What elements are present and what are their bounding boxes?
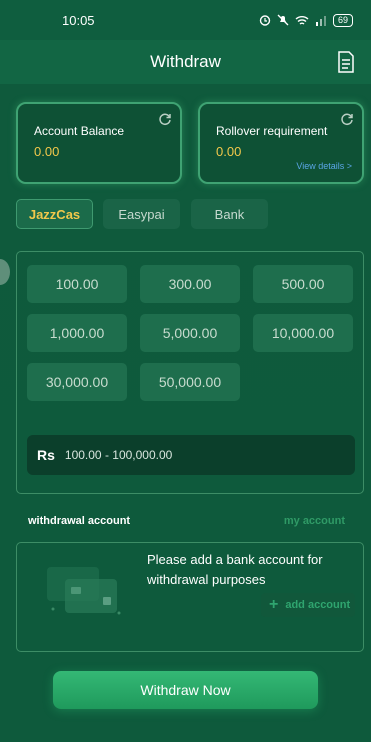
amount-option[interactable]: 10,000.00 (253, 314, 353, 352)
amount-option[interactable]: 100.00 (27, 265, 127, 303)
rollover-label: Rollover requirement (216, 124, 328, 138)
amount-range-placeholder: 100.00 - 100,000.00 (64, 448, 173, 462)
mute-icon (277, 14, 289, 26)
amount-panel: 100.00 300.00 500.00 1,000.00 5,000.00 1… (16, 251, 364, 494)
account-balance-value: 0.00 (34, 144, 60, 159)
withdraw-now-button[interactable]: Withdraw Now (53, 671, 318, 709)
bank-cards-illustration (47, 567, 121, 615)
withdrawal-account-label: withdrawal account (28, 515, 131, 527)
amount-option[interactable]: 500.00 (253, 265, 353, 303)
currency-label: Rs (37, 447, 55, 463)
plus-icon: + (269, 596, 279, 613)
refresh-icon[interactable] (340, 112, 354, 126)
my-account-link[interactable]: my account (284, 515, 345, 527)
add-account-button[interactable]: + add account (261, 593, 355, 617)
tab-easypaisa[interactable]: Easypai (103, 199, 180, 229)
rollover-value: 0.00 (216, 144, 242, 159)
status-time: 10:05 (62, 12, 95, 28)
refresh-icon[interactable] (158, 112, 172, 126)
amount-option[interactable]: 1,000.00 (27, 314, 127, 352)
amount-option[interactable]: 50,000.00 (140, 363, 240, 401)
rollover-card: Rollover requirement 0.00 View details > (198, 102, 364, 184)
wifi-icon (295, 15, 309, 25)
amount-option[interactable]: 30,000.00 (27, 363, 127, 401)
amount-input[interactable]: Rs 100.00 - 100,000.00 (27, 435, 355, 475)
add-bank-message: Please add a bank account for withdrawal… (147, 552, 323, 587)
account-panel: Please add a bank account for withdrawal… (16, 542, 364, 652)
main-content: Account Balance 0.00 Rollover requiremen… (0, 84, 371, 742)
page-title: Withdraw (150, 52, 221, 71)
header: Withdraw (0, 40, 371, 84)
side-drag-handle[interactable] (0, 259, 10, 285)
document-icon[interactable] (337, 51, 355, 73)
status-bar: 10:05 69 (0, 0, 371, 40)
amount-option[interactable]: 300.00 (140, 265, 240, 303)
amount-option[interactable]: 5,000.00 (140, 314, 240, 352)
status-icons: 69 (259, 13, 353, 27)
tab-jazzcash[interactable]: JazzCas (16, 199, 93, 229)
alarm-icon (259, 15, 271, 26)
signal-icon (315, 15, 326, 26)
battery-indicator: 69 (332, 13, 353, 27)
view-details-link[interactable]: View details > (296, 161, 352, 171)
account-balance-label: Account Balance (34, 124, 125, 138)
account-balance-card: Account Balance 0.00 (16, 102, 182, 184)
add-account-label: add account (285, 599, 351, 611)
tab-bank[interactable]: Bank (191, 199, 268, 229)
